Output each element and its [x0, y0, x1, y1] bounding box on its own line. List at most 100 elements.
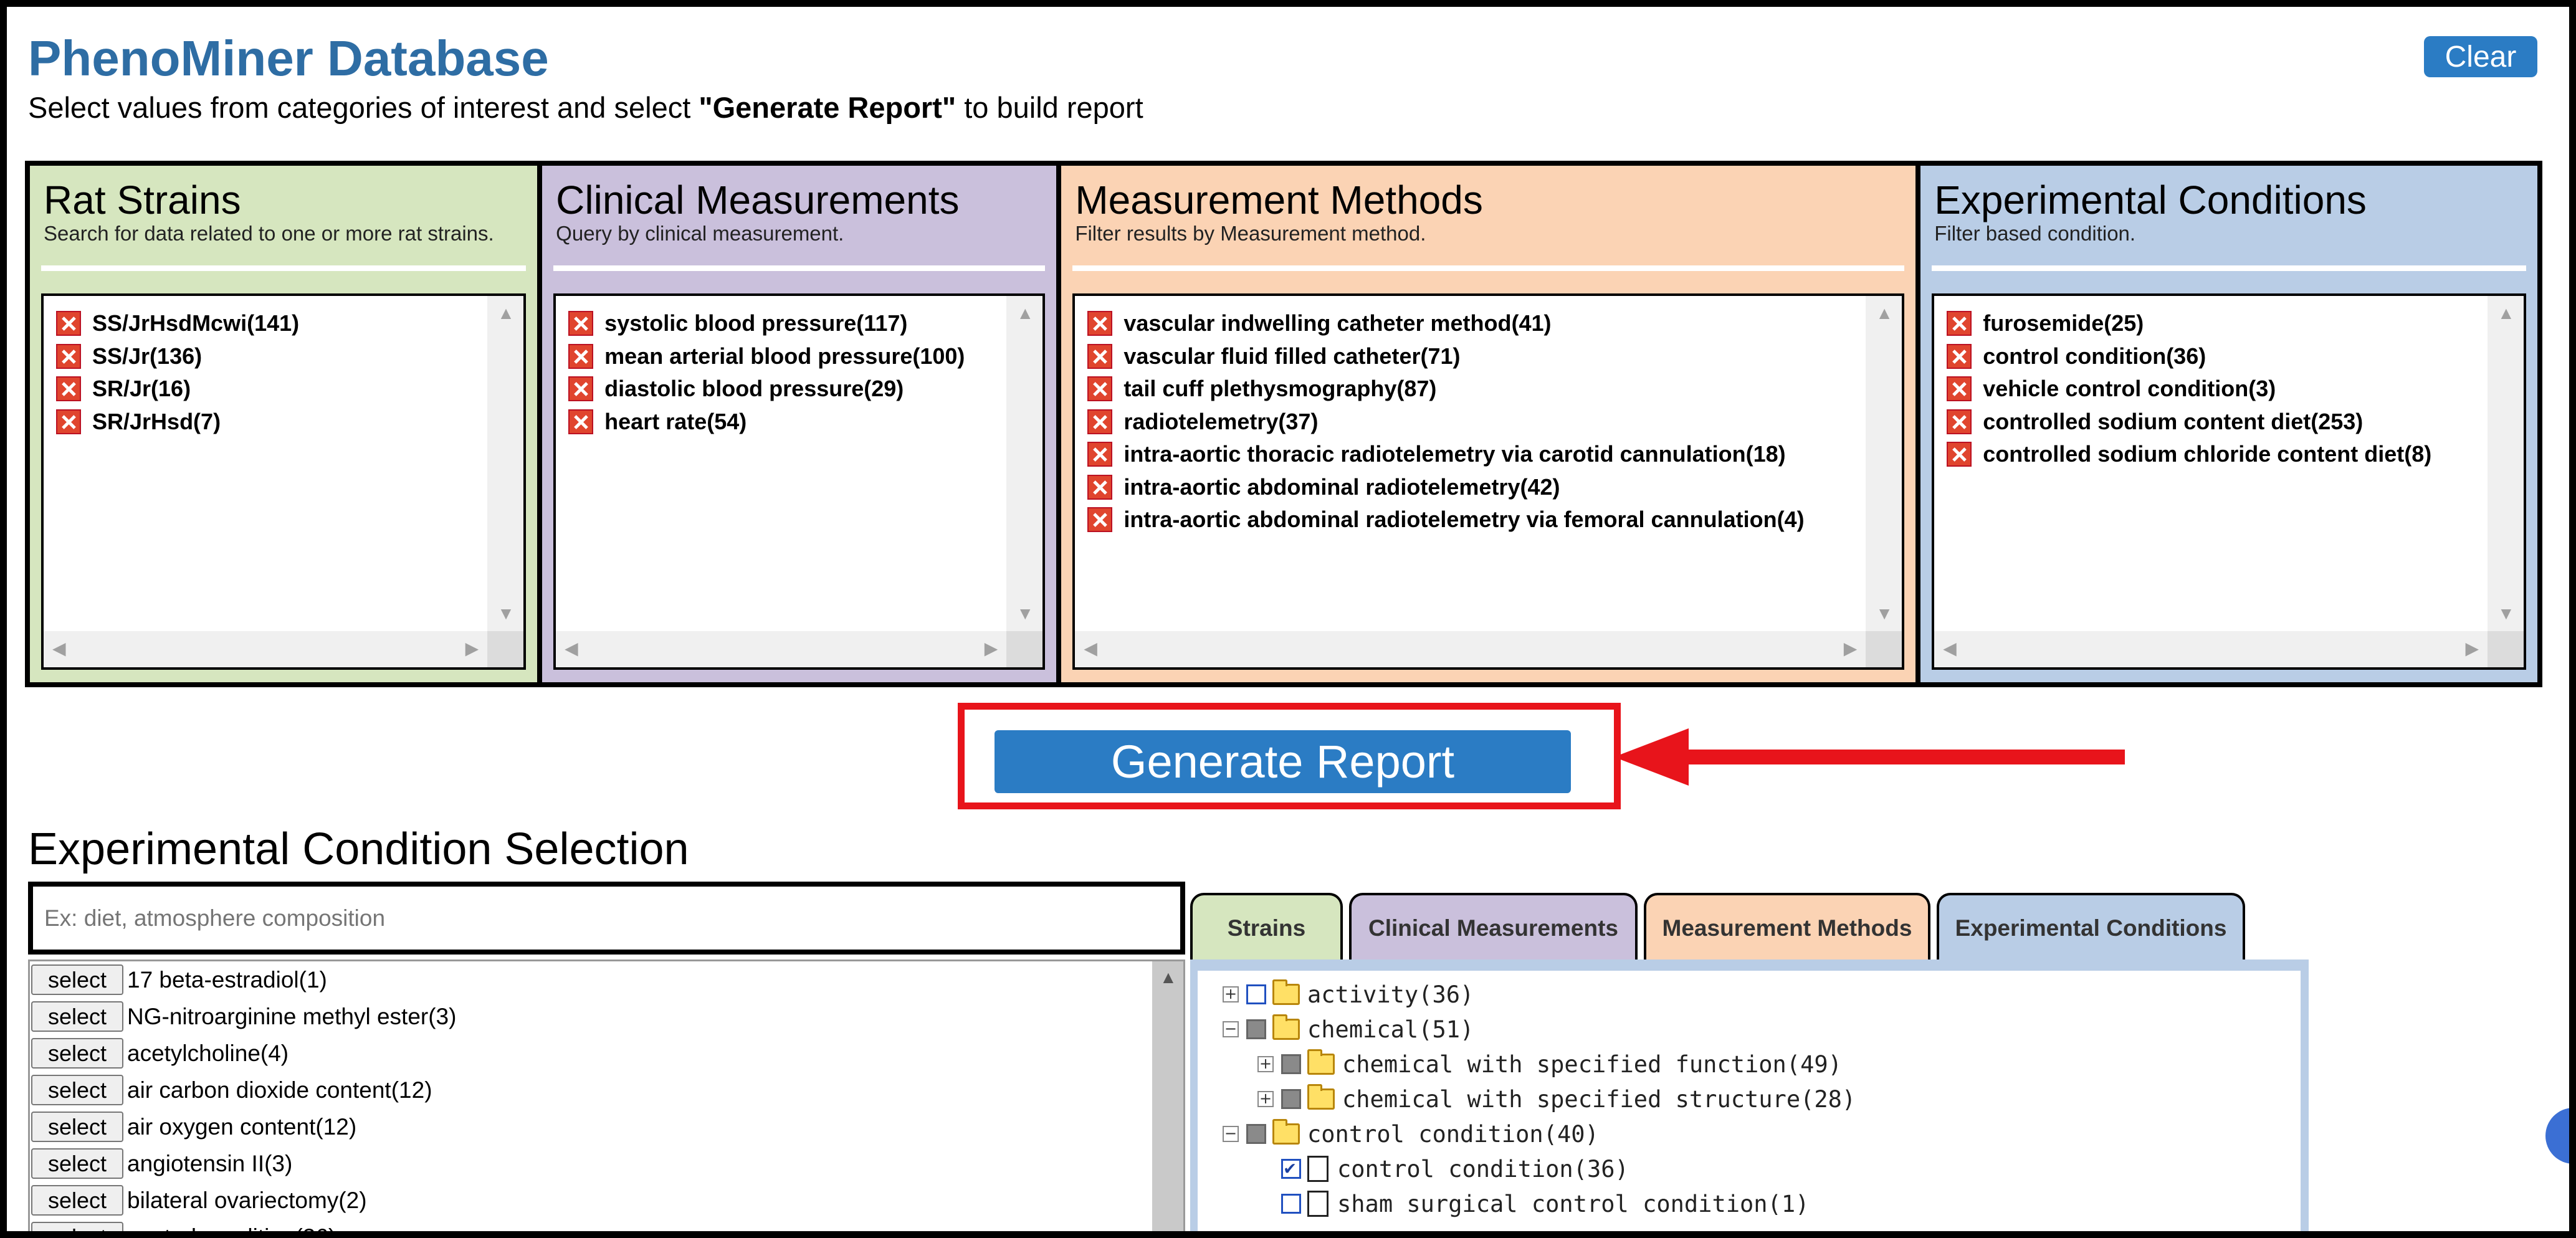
document-icon: [1307, 1156, 1329, 1182]
select-button[interactable]: select: [31, 1222, 123, 1238]
checkbox[interactable]: [1281, 1194, 1301, 1214]
tree-node[interactable]: − control condition(40): [1223, 1117, 1599, 1151]
remove-icon[interactable]: [568, 409, 594, 434]
horizontal-scrollbar[interactable]: ◀ ▶: [1934, 631, 2488, 667]
remove-icon[interactable]: [1947, 343, 1972, 369]
remove-icon[interactable]: [1087, 409, 1113, 434]
expand-icon[interactable]: +: [1223, 986, 1239, 1002]
selected-list[interactable]: systolic blood pressure(117) mean arteri…: [553, 293, 1046, 670]
remove-icon[interactable]: [1947, 409, 1972, 434]
scroll-down-icon[interactable]: ▼: [1016, 605, 1034, 622]
tree-node[interactable]: + chemical with specified structure(28): [1257, 1082, 1856, 1117]
floating-action-button[interactable]: [2545, 1108, 2576, 1164]
panel-description: Filter based condition.: [1934, 222, 2136, 245]
remove-icon[interactable]: [56, 409, 81, 434]
horizontal-scrollbar[interactable]: ◀ ▶: [1075, 631, 1866, 667]
clear-button[interactable]: Clear: [2424, 36, 2537, 77]
panel-divider: [1932, 265, 2526, 271]
horizontal-scrollbar[interactable]: ◀ ▶: [556, 631, 1007, 667]
generate-report-button[interactable]: Generate Report: [995, 730, 1571, 793]
scroll-left-icon[interactable]: ◀: [565, 640, 578, 657]
scroll-up-icon[interactable]: ▲: [1016, 305, 1034, 322]
select-button[interactable]: select: [31, 964, 123, 995]
remove-icon[interactable]: [1947, 442, 1972, 467]
remove-icon[interactable]: [568, 343, 594, 369]
scroll-left-icon[interactable]: ◀: [1943, 640, 1957, 657]
remove-icon[interactable]: [1087, 442, 1113, 467]
tab-clinical-measurements[interactable]: Clinical Measurements: [1349, 893, 1638, 961]
select-button[interactable]: select: [31, 1038, 123, 1069]
select-button[interactable]: select: [31, 1075, 123, 1105]
select-button[interactable]: select: [31, 1001, 123, 1032]
scroll-down-icon[interactable]: ▼: [1876, 605, 1893, 622]
remove-icon[interactable]: [1087, 343, 1113, 369]
remove-icon[interactable]: [1947, 376, 1972, 402]
remove-icon[interactable]: [1087, 376, 1113, 402]
selected-list[interactable]: vascular indwelling catheter method(41) …: [1072, 293, 1905, 670]
tree-node[interactable]: + activity(36): [1223, 977, 1474, 1012]
tab-measurement-methods[interactable]: Measurement Methods: [1644, 893, 1930, 961]
selected-list[interactable]: SS/JrHsdMcwi(141) SS/Jr(136) SR/Jr(16) S…: [41, 293, 527, 670]
tree-node[interactable]: − chemical(51): [1223, 1012, 1474, 1047]
list-item: select air carbon dioxide content(12): [30, 1072, 1183, 1108]
select-button[interactable]: select: [31, 1112, 123, 1142]
selected-list[interactable]: furosemide(25) control condition(36) veh…: [1932, 293, 2526, 670]
tree-node[interactable]: control condition(36): [1281, 1151, 1629, 1186]
scroll-down-icon[interactable]: ▼: [2497, 605, 2515, 622]
condition-search-input[interactable]: [28, 882, 1185, 955]
collapse-icon[interactable]: −: [1223, 1126, 1239, 1142]
remove-icon[interactable]: [1947, 311, 1972, 336]
checkbox[interactable]: [1281, 1157, 1301, 1179]
select-button[interactable]: select: [31, 1185, 123, 1216]
scroll-up-icon[interactable]: ▲: [2497, 305, 2515, 322]
select-button[interactable]: select: [31, 1148, 123, 1179]
tree-node[interactable]: + chemical with specified function(49): [1257, 1047, 1842, 1082]
tab-strains[interactable]: Strains: [1190, 893, 1343, 961]
remove-icon[interactable]: [1087, 311, 1113, 336]
vertical-scrollbar[interactable]: ▲ ▼: [487, 296, 524, 631]
list-item: select control condition(36): [30, 1219, 1183, 1238]
remove-icon[interactable]: [56, 311, 81, 336]
vertical-scrollbar[interactable]: ▲ ▼: [2488, 296, 2524, 631]
scroll-right-icon[interactable]: ▶: [1844, 640, 1858, 657]
remove-icon[interactable]: [56, 376, 81, 402]
remove-icon[interactable]: [568, 376, 594, 402]
tree-node[interactable]: sham surgical control condition(1): [1281, 1186, 1809, 1221]
scroll-up-icon[interactable]: ▲: [1876, 305, 1893, 322]
remove-icon[interactable]: [568, 311, 594, 336]
scroll-right-icon[interactable]: ▶: [2465, 640, 2479, 657]
expand-icon[interactable]: +: [1257, 1091, 1274, 1107]
horizontal-scrollbar[interactable]: ◀ ▶: [44, 631, 488, 667]
list-item: select 17 beta-estradiol(1): [30, 961, 1183, 998]
checkbox[interactable]: [1246, 1124, 1266, 1144]
checkbox[interactable]: [1246, 984, 1266, 1004]
list-item: select acetylcholine(4): [30, 1035, 1183, 1072]
selected-item: SS/JrHsdMcwi(141): [56, 307, 299, 340]
scroll-left-icon[interactable]: ◀: [52, 640, 66, 657]
selection-panels: Rat Strains Search for data related to o…: [25, 161, 2542, 687]
checkbox[interactable]: [1281, 1054, 1301, 1074]
remove-icon[interactable]: [1087, 474, 1113, 500]
panel-title: Experimental Conditions: [1934, 178, 2367, 222]
expand-icon[interactable]: +: [1257, 1056, 1274, 1072]
scroll-up-icon[interactable]: ▲: [1160, 969, 1177, 986]
page-subtitle: Select values from categories of interes…: [28, 91, 1143, 124]
scroll-right-icon[interactable]: ▶: [985, 640, 998, 657]
vertical-scrollbar[interactable]: ▲: [1152, 961, 1183, 1238]
scroll-down-icon[interactable]: ▼: [497, 605, 515, 622]
vertical-scrollbar[interactable]: ▲ ▼: [1006, 296, 1043, 631]
remove-icon[interactable]: [56, 343, 81, 369]
folder-icon: [1307, 1084, 1335, 1110]
tab-experimental-conditions[interactable]: Experimental Conditions: [1937, 893, 2245, 961]
panel-description: Search for data related to one or more r…: [44, 222, 494, 245]
selected-item: radiotelemetry(37): [1087, 406, 1804, 439]
collapse-icon[interactable]: −: [1223, 1021, 1239, 1037]
scroll-up-icon[interactable]: ▲: [497, 305, 515, 322]
checkbox[interactable]: [1281, 1089, 1301, 1109]
document-icon: [1307, 1191, 1329, 1217]
scroll-left-icon[interactable]: ◀: [1084, 640, 1097, 657]
checkbox[interactable]: [1246, 1019, 1266, 1039]
scroll-right-icon[interactable]: ▶: [465, 640, 479, 657]
vertical-scrollbar[interactable]: ▲ ▼: [1866, 296, 1902, 631]
remove-icon[interactable]: [1087, 507, 1113, 533]
